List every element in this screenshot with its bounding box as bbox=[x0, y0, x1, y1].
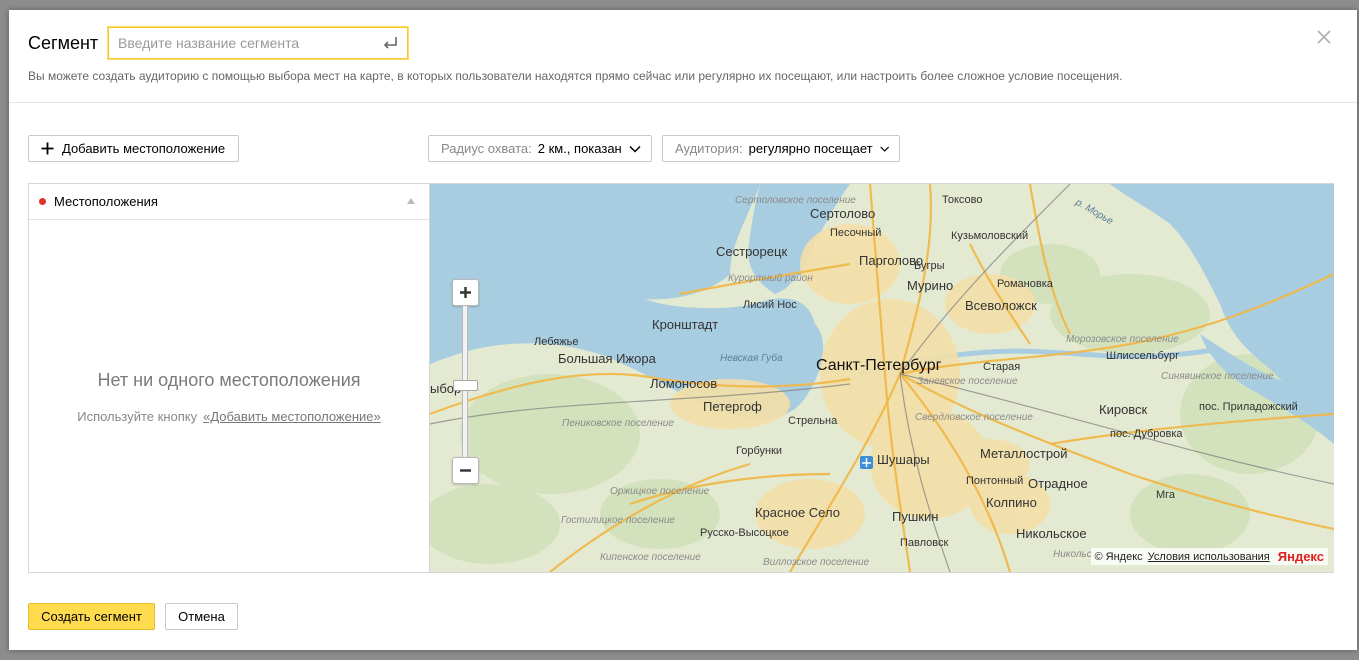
radius-label: Радиус охвата: bbox=[441, 141, 532, 156]
dialog-title: Сегмент bbox=[28, 33, 99, 53]
dialog-footer: Создать сегмент Отмена bbox=[9, 590, 1357, 650]
map-label: Синявинское поселение bbox=[1161, 371, 1274, 382]
zoom-slider-handle[interactable] bbox=[453, 380, 478, 391]
airport-icon bbox=[860, 456, 873, 469]
map-label: Санкт-Петербург bbox=[816, 357, 942, 374]
audience-value: регулярно посещает bbox=[748, 141, 873, 156]
map-label: Русско-Высоцкое bbox=[700, 527, 789, 539]
enter-icon bbox=[383, 37, 397, 49]
map-label: Бугры bbox=[914, 260, 945, 272]
segment-dialog: Сегмент Вы можете создать аудиторию с по… bbox=[9, 10, 1357, 650]
map-label: Пушкин bbox=[892, 509, 938, 524]
map-label: Горбунки bbox=[736, 445, 782, 457]
map-label: Свердловское поселение bbox=[915, 412, 1033, 423]
map-label: Оржицкое поселение bbox=[610, 486, 710, 497]
dialog-hint: Вы можете создать аудиторию с помощью вы… bbox=[28, 69, 1123, 83]
map-label: Кронштадт bbox=[652, 317, 718, 332]
yandex-logo[interactable]: Яндекс bbox=[1278, 549, 1324, 564]
map-label: Отрадное bbox=[1028, 476, 1088, 491]
map-label: Песочный bbox=[830, 227, 881, 239]
create-segment-button[interactable]: Создать сегмент bbox=[28, 603, 155, 630]
map-label: Сертолово bbox=[810, 206, 875, 221]
map-label: Ломоносов bbox=[650, 376, 717, 391]
add-location-button[interactable]: Добавить местоположение bbox=[28, 135, 239, 162]
map-label: Красное Село bbox=[755, 505, 840, 520]
map-label: Кипенское поселение bbox=[600, 552, 701, 563]
map-label: Большая Ижора bbox=[558, 351, 657, 366]
cancel-button[interactable]: Отмена bbox=[165, 603, 238, 630]
map-label: Шлиссельбург bbox=[1106, 350, 1179, 362]
map-label: Шушары bbox=[877, 452, 930, 467]
empty-state-title: Нет ни одного местоположения bbox=[97, 370, 361, 390]
map-label: Лисий Нос bbox=[743, 299, 797, 311]
map-label: Гостилицкое поселение bbox=[561, 515, 675, 526]
segment-name-input[interactable] bbox=[108, 27, 408, 59]
locations-header[interactable]: Местоположения bbox=[29, 184, 429, 220]
radius-value: 2 км., показан bbox=[537, 141, 622, 156]
map-label: Кузьмоловский bbox=[951, 230, 1028, 242]
map-label: Понтонный bbox=[966, 475, 1023, 487]
map-label: Петергоф bbox=[703, 399, 762, 414]
map-copyright: © Яндекс Условия использования Яндекс bbox=[1090, 548, 1328, 565]
map-label: Сестрорецк bbox=[716, 244, 787, 259]
map-label: Колпино bbox=[986, 495, 1037, 510]
map-label: пос. Приладожский bbox=[1199, 401, 1298, 413]
map-label: Лебяжье bbox=[534, 336, 578, 348]
map-label: Невская Губа bbox=[720, 352, 783, 364]
dialog-header: Сегмент Вы можете создать аудиторию с по… bbox=[9, 10, 1357, 103]
map-label: Мга bbox=[1156, 489, 1176, 501]
locations-panel: Местоположения Нет ни одного местоположе… bbox=[28, 183, 1334, 573]
empty-hint-text: Используйте кнопку bbox=[77, 409, 198, 424]
locations-header-label: Местоположения bbox=[54, 194, 158, 209]
map-label: Токсово bbox=[942, 194, 983, 206]
chevron-down-icon bbox=[629, 145, 641, 153]
map-label: Романовка bbox=[997, 278, 1054, 290]
map-label: Сертоловское поселение bbox=[735, 195, 856, 206]
zoom-out-button[interactable] bbox=[452, 457, 479, 484]
add-location-link[interactable]: «Добавить местоположение» bbox=[203, 409, 381, 424]
terms-link[interactable]: Условия использования bbox=[1148, 551, 1270, 563]
zoom-in-button[interactable] bbox=[452, 279, 479, 306]
radius-dropdown[interactable]: Радиус охвата: 2 км., показан bbox=[428, 135, 652, 162]
map-label: Мурино bbox=[907, 278, 953, 293]
map-label: Заневское поселение bbox=[917, 376, 1018, 387]
map-label: Стрельна bbox=[788, 415, 838, 427]
map-label: Пениковское поселение bbox=[562, 418, 674, 429]
plus-icon bbox=[41, 142, 54, 155]
map-label: Виллозское поселение bbox=[763, 557, 870, 568]
map-label: пос. Дубровка bbox=[1110, 428, 1183, 440]
locations-list: Местоположения Нет ни одного местоположе… bbox=[29, 184, 430, 572]
map-label: Курортный район bbox=[728, 273, 813, 284]
map-label: Металлострой bbox=[980, 446, 1068, 461]
map-canvas[interactable]: Токсово Сертолово Сертоловское поселение… bbox=[430, 184, 1334, 572]
chevron-down-icon bbox=[879, 146, 889, 152]
audience-dropdown[interactable]: Аудитория: регулярно посещает bbox=[662, 135, 900, 162]
map[interactable]: Токсово Сертолово Сертоловское поселение… bbox=[430, 184, 1334, 572]
red-dot-icon bbox=[39, 198, 46, 205]
audience-label: Аудитория: bbox=[675, 141, 743, 156]
empty-state-hint: Используйте кнопку «Добавить местоположен… bbox=[29, 409, 429, 424]
plus-icon bbox=[460, 287, 471, 298]
map-label: Никольское bbox=[1016, 526, 1087, 541]
minus-icon bbox=[460, 469, 471, 472]
map-label: Старая bbox=[983, 361, 1020, 373]
collapse-arrow-icon[interactable] bbox=[407, 198, 415, 204]
close-icon[interactable] bbox=[1315, 28, 1333, 46]
copyright-text: © Яндекс bbox=[1094, 550, 1143, 563]
map-label: Никольс bbox=[1053, 549, 1092, 560]
map-label: Кировск bbox=[1099, 402, 1148, 417]
add-location-label: Добавить местоположение bbox=[62, 141, 226, 156]
map-label: Всеволожск bbox=[965, 298, 1037, 313]
map-label: Морозовское поселение bbox=[1066, 334, 1179, 345]
map-label: Павловск bbox=[900, 537, 948, 549]
